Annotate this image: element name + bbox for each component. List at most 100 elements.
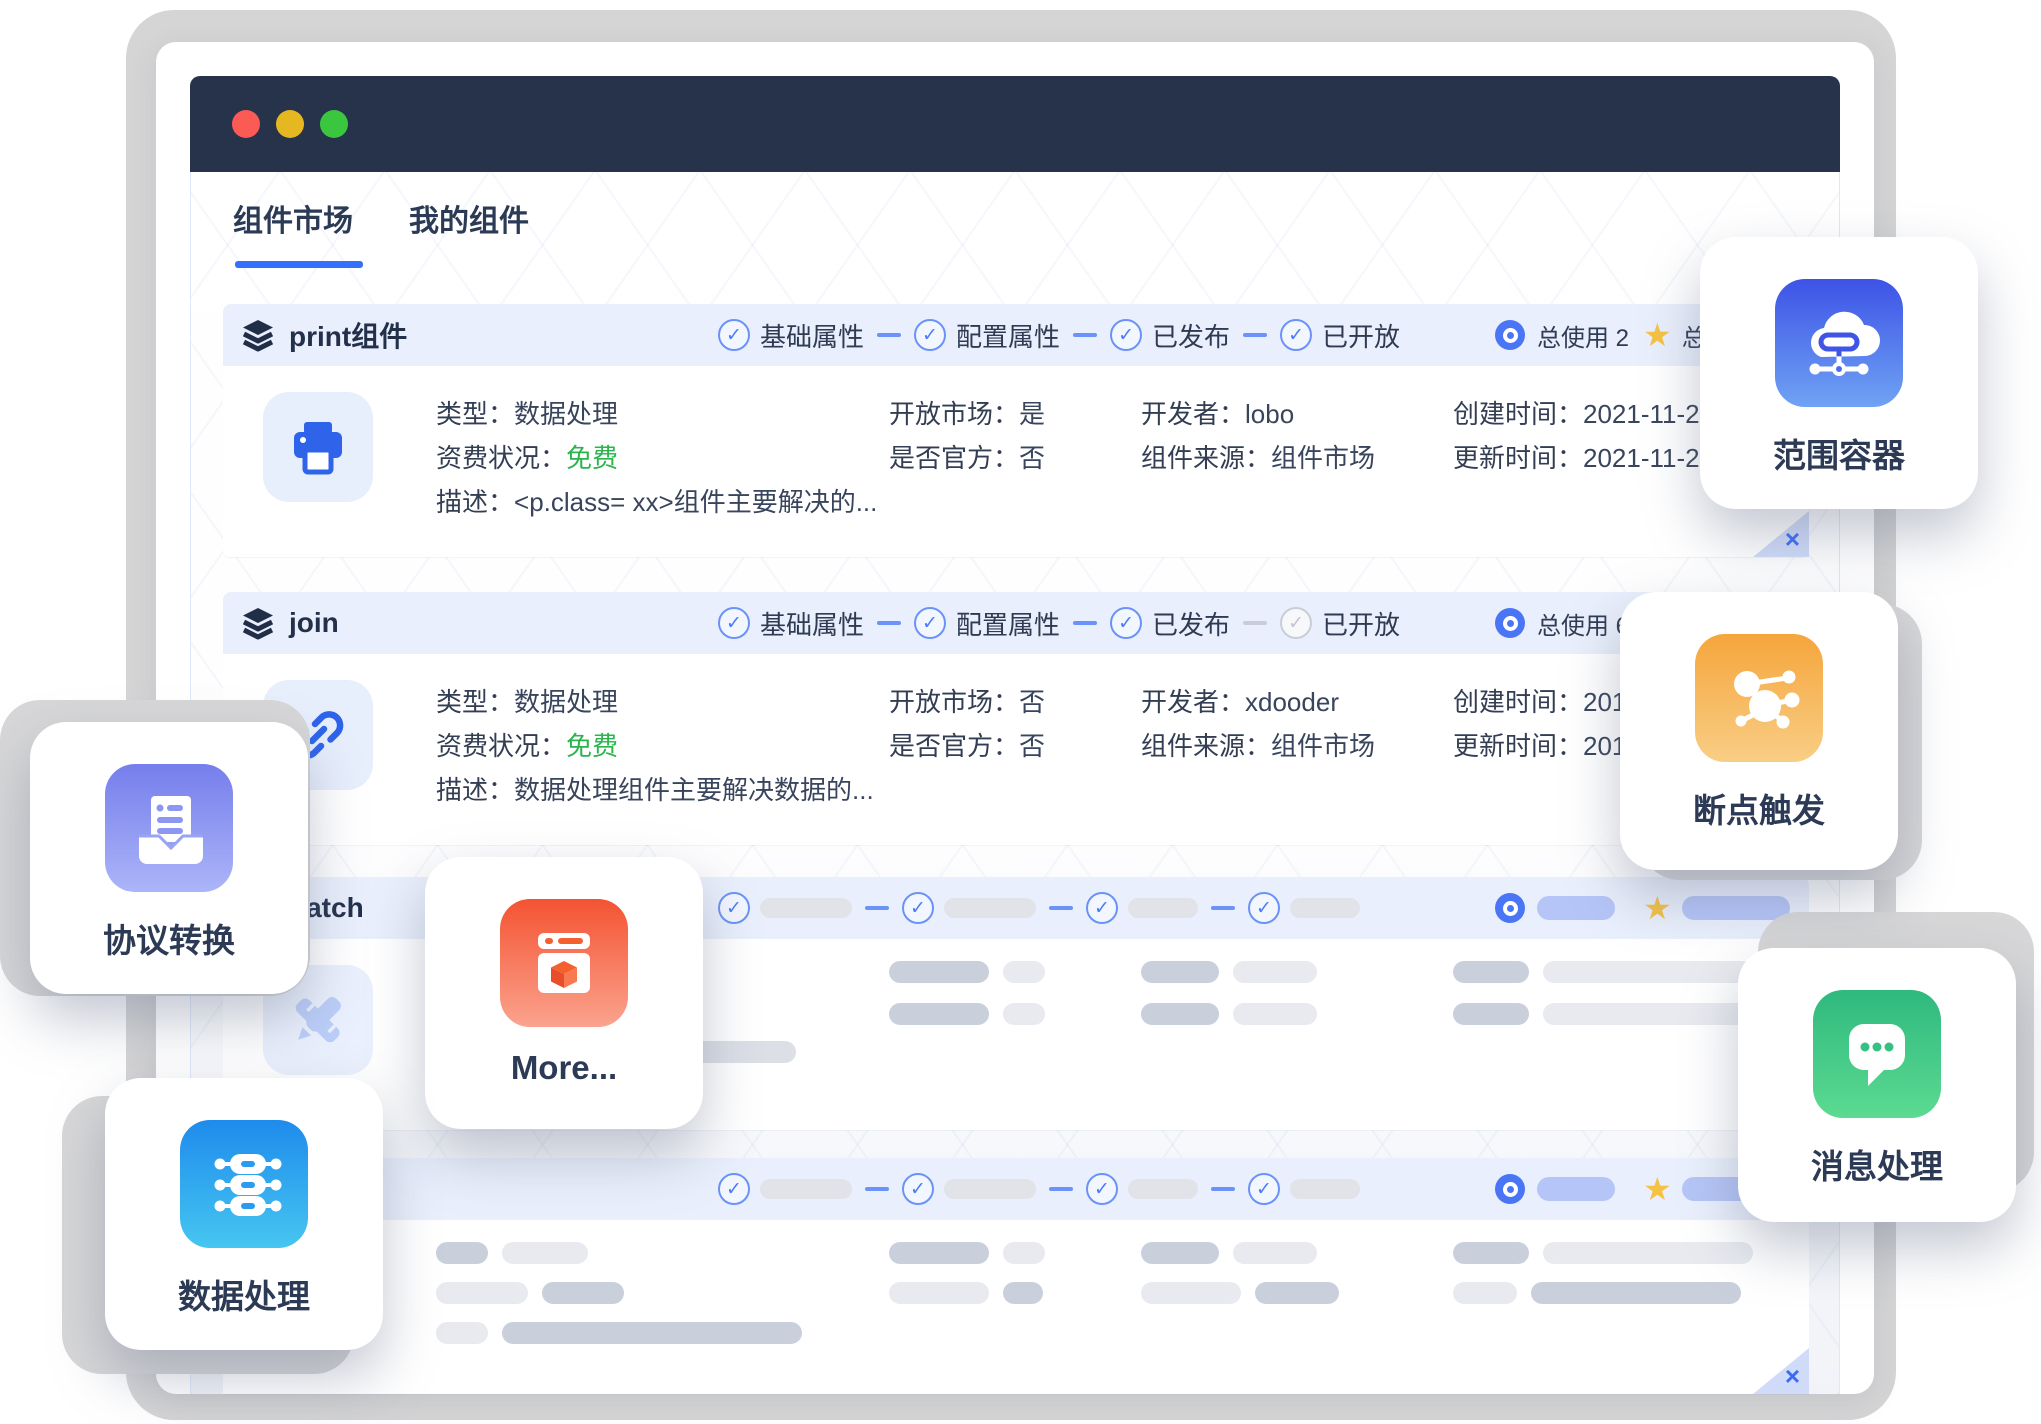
field-value: 组件市场 bbox=[1271, 443, 1375, 473]
field-value: 免费 bbox=[566, 443, 618, 473]
placeholder-pill bbox=[889, 1282, 989, 1304]
minimize-traffic-light[interactable] bbox=[276, 110, 304, 138]
window-titlebar bbox=[190, 76, 1840, 172]
corner-fold bbox=[1753, 1348, 1809, 1394]
placeholder-pill bbox=[1255, 1282, 1339, 1304]
usage-eye-icon bbox=[1495, 320, 1525, 350]
layers-icon bbox=[241, 318, 275, 352]
field-label: 创建时间： bbox=[1453, 687, 1583, 717]
field-label: 描述： bbox=[436, 487, 514, 517]
card-header: join 基础属性 配置属性 已发布 已开放 bbox=[223, 592, 1809, 654]
floating-card-more[interactable]: More... bbox=[425, 857, 703, 1129]
close-icon[interactable]: × bbox=[1785, 526, 1800, 552]
close-icon[interactable]: × bbox=[1785, 1363, 1800, 1389]
placeholder-pill bbox=[1453, 1242, 1529, 1264]
field-label: 开放市场： bbox=[889, 399, 1019, 429]
placeholder-pill bbox=[889, 961, 989, 983]
tab-my-components[interactable]: 我的组件 bbox=[409, 196, 529, 268]
floating-card-protocol-conversion[interactable]: 协议转换 bbox=[30, 722, 308, 994]
field-value: 否 bbox=[1019, 687, 1045, 717]
component-card-skeleton[interactable]: ★ bbox=[223, 1158, 1809, 1394]
placeholder-pill bbox=[1537, 896, 1615, 920]
placeholder-pill bbox=[502, 1242, 588, 1264]
floating-card-data-processing[interactable]: 数据处理 bbox=[105, 1078, 383, 1350]
step-label: 已发布 bbox=[1152, 317, 1230, 354]
check-icon bbox=[914, 607, 946, 639]
check-icon bbox=[1110, 607, 1142, 639]
usage-eye-icon bbox=[1495, 893, 1525, 923]
data-nodes-icon bbox=[180, 1120, 308, 1248]
step-dash bbox=[1049, 906, 1073, 910]
page: 组件市场 我的组件 print组件 bbox=[0, 0, 2041, 1424]
placeholder-pill bbox=[1003, 1003, 1045, 1025]
star-icon: ★ bbox=[1643, 319, 1672, 351]
star-icon: ★ bbox=[1643, 1173, 1672, 1205]
placeholder-pill bbox=[1453, 1282, 1517, 1304]
floating-card-message-processing[interactable]: 消息处理 bbox=[1738, 948, 2016, 1222]
placeholder-pill bbox=[1141, 961, 1219, 983]
step-label: 基础属性 bbox=[760, 605, 864, 642]
field-label: 类型： bbox=[436, 399, 514, 429]
usage-stat bbox=[1495, 877, 1615, 939]
check-icon bbox=[1248, 1173, 1280, 1205]
step-label: 配置属性 bbox=[956, 317, 1060, 354]
field-label: 开发者： bbox=[1141, 687, 1245, 717]
placeholder-pill bbox=[1233, 1003, 1317, 1025]
placeholder-pill bbox=[889, 1242, 989, 1264]
component-name: join bbox=[289, 607, 339, 639]
browser-cube-icon bbox=[500, 899, 628, 1027]
corner-fold bbox=[1753, 511, 1809, 557]
floating-card-scope-container[interactable]: 范围容器 bbox=[1700, 237, 1978, 509]
placeholder-pill bbox=[1141, 1003, 1219, 1025]
check-icon bbox=[914, 319, 946, 351]
step-dash bbox=[1073, 333, 1097, 337]
layers-icon bbox=[241, 606, 275, 640]
check-icon bbox=[1110, 319, 1142, 351]
floating-card-label: More... bbox=[511, 1049, 617, 1087]
step-label: 已开放 bbox=[1322, 605, 1400, 642]
ruler-pen-icon bbox=[286, 988, 350, 1052]
step-dash bbox=[877, 621, 901, 625]
tab-component-market[interactable]: 组件市场 bbox=[233, 196, 353, 268]
field-value: 组件市场 bbox=[1271, 731, 1375, 761]
placeholder-pill bbox=[1128, 1179, 1198, 1199]
field-value: xdooder bbox=[1245, 687, 1339, 717]
usage-eye-icon bbox=[1495, 1174, 1525, 1204]
maximize-traffic-light[interactable] bbox=[320, 110, 348, 138]
placeholder-pill bbox=[760, 1179, 852, 1199]
inbox-document-icon bbox=[105, 764, 233, 892]
field-value: 是 bbox=[1019, 399, 1045, 429]
component-card-print[interactable]: print组件 基础属性 配置属性 已发布 已开放 bbox=[223, 304, 1809, 557]
check-icon bbox=[902, 892, 934, 924]
status-steps: 基础属性 配置属性 已发布 已开放 bbox=[718, 304, 1413, 366]
component-icon-tile bbox=[263, 392, 373, 502]
field-value: 数据处理 bbox=[514, 687, 618, 717]
placeholder-pill bbox=[1128, 898, 1198, 918]
step-label: 已开放 bbox=[1322, 317, 1400, 354]
field-label: 是否官方： bbox=[889, 731, 1019, 761]
field-value: 免费 bbox=[566, 731, 618, 761]
usage-count: 总使用 2 bbox=[1537, 318, 1629, 353]
component-card-join[interactable]: join 基础属性 配置属性 已发布 已开放 bbox=[223, 592, 1809, 845]
placeholder-pill bbox=[436, 1322, 488, 1344]
field-label: 组件来源： bbox=[1141, 731, 1271, 761]
step-dash bbox=[1073, 621, 1097, 625]
cloud-network-icon bbox=[1775, 279, 1903, 407]
floating-card-label: 数据处理 bbox=[178, 1270, 310, 1318]
floating-card-label: 消息处理 bbox=[1811, 1140, 1943, 1188]
tab-label: 我的组件 bbox=[409, 205, 529, 238]
placeholder-pill bbox=[1453, 1003, 1529, 1025]
check-icon bbox=[1086, 1173, 1118, 1205]
field-value: 数据处理 bbox=[514, 399, 618, 429]
check-icon bbox=[718, 1173, 750, 1205]
placeholder-pill bbox=[542, 1282, 624, 1304]
field-label: 更新时间： bbox=[1453, 731, 1583, 761]
placeholder-pill bbox=[760, 898, 852, 918]
field-value: <p.class= xx>组件主要解决的... bbox=[514, 487, 877, 517]
close-traffic-light[interactable] bbox=[232, 110, 260, 138]
floating-card-breakpoint-trigger[interactable]: 断点触发 bbox=[1620, 592, 1898, 870]
check-icon bbox=[1280, 607, 1312, 639]
component-name: print组件 bbox=[289, 315, 407, 355]
step-dash bbox=[1211, 1187, 1235, 1191]
field-label: 开发者： bbox=[1141, 399, 1245, 429]
